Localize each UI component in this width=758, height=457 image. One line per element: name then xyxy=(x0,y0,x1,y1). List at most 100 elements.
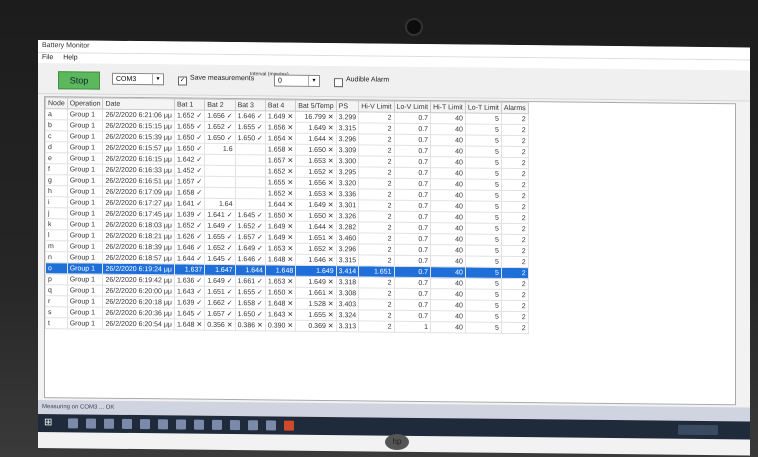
table-cell[interactable]: 5 xyxy=(465,167,502,180)
table-cell[interactable]: 0.7 xyxy=(394,123,431,135)
table-cell[interactable]: 1.649 ✕ xyxy=(265,220,296,233)
table-cell[interactable]: 0.7 xyxy=(394,299,431,311)
table-cell[interactable]: 40 xyxy=(430,233,466,245)
windows-start-icon[interactable]: ⊞ xyxy=(44,417,56,429)
table-cell[interactable]: 2 xyxy=(358,276,395,289)
table-cell[interactable]: 1.652 ✓ xyxy=(204,121,236,133)
table-cell[interactable]: 26/2/2020 6:20:18 μμ xyxy=(102,296,175,308)
table-cell[interactable]: 1.626 ✓ xyxy=(174,230,205,243)
table-cell[interactable]: 2 xyxy=(501,245,529,257)
table-cell[interactable]: 3.296 xyxy=(336,243,359,255)
table-cell[interactable]: 1.639 ✓ xyxy=(174,296,205,309)
table-cell[interactable]: 1.641 ✓ xyxy=(204,209,236,221)
table-cell[interactable]: 26/2/2020 6:20:36 μμ xyxy=(102,307,175,319)
table-cell[interactable]: 40 xyxy=(430,299,466,311)
table-cell[interactable]: 1.652 ✕ xyxy=(295,243,337,255)
table-cell[interactable] xyxy=(235,198,266,210)
table-cell[interactable]: 2 xyxy=(501,201,529,213)
table-cell[interactable]: 2 xyxy=(501,234,529,246)
table-cell[interactable]: 1.644 ✓ xyxy=(174,252,205,265)
battery-monitor-taskbar-icon[interactable] xyxy=(284,420,294,431)
table-cell[interactable]: 5 xyxy=(465,156,502,169)
table-cell[interactable]: 0.7 xyxy=(394,178,431,190)
table-cell[interactable]: 5 xyxy=(465,277,502,290)
table-cell[interactable]: 3.336 xyxy=(336,188,359,200)
task-view-icon[interactable] xyxy=(86,418,96,429)
table-cell[interactable]: 5 xyxy=(465,266,502,279)
table-cell[interactable]: 1.646 ✓ xyxy=(235,110,266,122)
table-cell[interactable]: 40 xyxy=(430,200,466,212)
node-cell[interactable]: s xyxy=(45,306,68,318)
table-cell[interactable] xyxy=(235,154,266,166)
table-cell[interactable]: 3.318 xyxy=(336,276,359,288)
table-cell[interactable]: 3.414 xyxy=(336,265,359,277)
table-cell[interactable]: 26/2/2020 6:18:21 μμ xyxy=(102,230,175,242)
table-cell[interactable]: 1.658 ✓ xyxy=(174,186,205,199)
table-cell[interactable]: 1.646 ✓ xyxy=(235,253,266,265)
table-cell[interactable]: 40 xyxy=(430,145,466,157)
table-cell[interactable]: 40 xyxy=(430,277,466,289)
table-cell[interactable]: 40 xyxy=(430,244,466,256)
table-cell[interactable]: 1.657 ✓ xyxy=(235,231,266,243)
table-cell[interactable]: 0.7 xyxy=(394,222,431,234)
table-cell[interactable]: 1.662 ✓ xyxy=(204,297,236,309)
column-header[interactable]: Lo-V Limit xyxy=(394,101,431,113)
table-cell[interactable]: 5 xyxy=(465,145,502,158)
table-cell[interactable]: 26/2/2020 6:18:57 μμ xyxy=(102,252,175,264)
table-cell[interactable]: 0.7 xyxy=(394,310,431,322)
table-cell[interactable]: 5 xyxy=(465,321,502,334)
node-cell[interactable]: b xyxy=(45,119,68,131)
table-cell[interactable]: 1.653 ✕ xyxy=(295,155,337,167)
table-cell[interactable]: Group 1 xyxy=(67,295,103,308)
table-cell[interactable]: 0.386 ✕ xyxy=(235,319,266,331)
table-cell[interactable]: Group 1 xyxy=(67,207,103,220)
table-cell[interactable]: 2 xyxy=(358,287,395,300)
node-cell[interactable]: a xyxy=(45,108,68,120)
table-cell[interactable]: 40 xyxy=(430,321,466,333)
table-cell[interactable] xyxy=(204,187,236,199)
table-cell[interactable]: Group 1 xyxy=(67,240,103,253)
table-cell[interactable]: 0.7 xyxy=(394,156,431,168)
table-cell[interactable]: 1.452 ✓ xyxy=(174,164,205,177)
column-header[interactable]: Date xyxy=(102,98,175,110)
table-cell[interactable]: Group 1 xyxy=(67,317,103,330)
table-cell[interactable]: 40 xyxy=(430,112,466,124)
table-cell[interactable]: 26/2/2020 6:17:27 μμ xyxy=(102,197,175,209)
table-cell[interactable]: 1.644 ✕ xyxy=(295,133,337,145)
table-cell[interactable]: 1.658 ✕ xyxy=(265,143,296,156)
table-cell[interactable]: 40 xyxy=(430,310,466,322)
table-cell[interactable]: Group 1 xyxy=(67,141,103,154)
table-cell[interactable]: 2 xyxy=(501,168,529,180)
column-header[interactable]: Lo-T Limit xyxy=(465,101,502,114)
node-cell[interactable]: m xyxy=(45,240,68,252)
column-header[interactable]: Operation xyxy=(67,97,103,110)
table-cell[interactable]: 1.649 ✓ xyxy=(204,220,236,232)
table-cell[interactable]: 26/2/2020 6:16:33 μμ xyxy=(102,164,175,176)
table-cell[interactable]: 2 xyxy=(358,254,395,267)
table-cell[interactable]: 1 xyxy=(394,321,431,333)
table-cell[interactable]: 1.648 ✕ xyxy=(265,297,296,310)
table-cell[interactable]: 2 xyxy=(358,144,395,157)
node-cell[interactable]: t xyxy=(45,317,68,329)
table-cell[interactable]: 1.649 ✕ xyxy=(265,110,296,123)
port-select[interactable]: COM3 ▾ xyxy=(112,72,164,86)
stop-button[interactable]: Stop xyxy=(58,71,100,90)
table-cell[interactable]: 2 xyxy=(358,122,395,135)
table-cell[interactable]: Group 1 xyxy=(67,251,103,264)
table-cell[interactable]: 3.315 xyxy=(336,122,359,134)
table-cell[interactable]: 1.652 ✓ xyxy=(235,220,266,232)
table-cell[interactable]: 1.657 ✓ xyxy=(174,175,205,188)
table-cell[interactable]: 26/2/2020 6:15:39 μμ xyxy=(102,131,175,143)
table-cell[interactable]: 1.650 ✓ xyxy=(174,142,205,155)
table-cell[interactable]: 2 xyxy=(501,146,529,158)
table-cell[interactable]: 5 xyxy=(465,299,502,312)
table-cell[interactable]: 1.636 ✓ xyxy=(174,274,205,287)
table-cell[interactable]: 26/2/2020 6:16:51 μμ xyxy=(102,175,175,187)
table-cell[interactable]: 3.308 xyxy=(336,287,359,299)
table-cell[interactable]: Group 1 xyxy=(67,218,103,231)
table-cell[interactable]: 1.658 ✓ xyxy=(235,297,266,309)
table-cell[interactable]: 1.653 ✕ xyxy=(265,242,296,255)
search-icon[interactable] xyxy=(68,418,78,429)
table-cell[interactable]: 1.6 xyxy=(204,143,236,155)
table-cell[interactable] xyxy=(204,154,236,166)
